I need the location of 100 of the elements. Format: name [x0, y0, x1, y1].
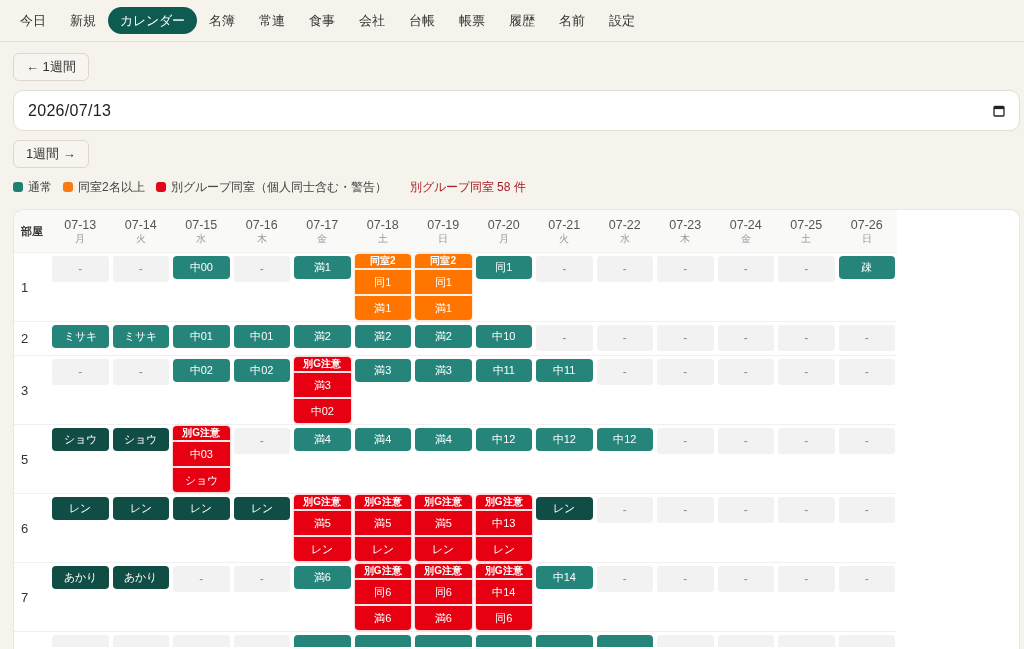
booking-tile[interactable]: 満2 — [294, 325, 351, 348]
column-date: 07-25 — [790, 217, 823, 233]
group-warning-card[interactable]: 別G注意 中03 ショウ — [173, 426, 230, 492]
booking-tile[interactable]: 中12 — [475, 428, 532, 451]
booking-tile[interactable]: 中12 — [596, 428, 653, 451]
booking-tile[interactable]: あかり — [52, 566, 109, 589]
booking-tile[interactable]: 満3 — [415, 359, 472, 382]
empty-slot: - — [233, 256, 290, 282]
column-date: 07-14 — [124, 217, 157, 233]
empty-slot: - — [233, 428, 290, 454]
booking-tile[interactable]: レン — [233, 497, 290, 520]
booking-tile[interactable] — [294, 635, 351, 647]
booking-tile[interactable]: 中01 — [173, 325, 230, 348]
booking-tile[interactable]: レン — [52, 497, 109, 520]
empty-slot: - — [778, 428, 835, 454]
nav-tab[interactable]: 台帳 — [397, 7, 447, 34]
empty-slot: - — [657, 497, 714, 523]
guest-entry: レン — [311, 543, 334, 555]
empty-slot: - — [596, 256, 653, 282]
booking-tile[interactable]: 中10 — [475, 325, 532, 348]
booking-tile[interactable]: ミサキ — [112, 325, 169, 348]
booking-tile[interactable]: 満4 — [294, 428, 351, 451]
empty-slot: - — [52, 256, 109, 282]
booking-tile[interactable]: 中00 — [173, 256, 230, 279]
booking-tile[interactable]: 中01 — [233, 325, 290, 348]
booking-tile[interactable]: ショウ — [52, 428, 109, 451]
booking-tile[interactable]: 疎 — [838, 256, 895, 279]
guest-entry: ショウ — [184, 474, 218, 486]
column-weekday: 土 — [377, 232, 388, 245]
group-warning-card[interactable]: 別G注意 満5 レン — [354, 495, 411, 561]
empty-slot: - — [536, 325, 593, 351]
shared-room-label: 同室2 — [369, 255, 396, 266]
booking-tile[interactable]: 中02 — [233, 359, 290, 382]
booking-tile[interactable]: レン — [536, 497, 593, 520]
booking-tile[interactable]: 満4 — [354, 428, 411, 451]
guest-entry: 同6 — [434, 586, 452, 598]
nav-tab[interactable]: 名前 — [547, 7, 597, 34]
group-warning-card[interactable]: 別G注意 満5 レン — [294, 495, 351, 561]
booking-tile[interactable]: 中12 — [536, 428, 593, 451]
booking-tile[interactable]: ミサキ — [52, 325, 109, 348]
guest-entry: 満1 — [374, 302, 392, 314]
empty-slot: - — [657, 359, 714, 385]
nav-tab[interactable]: カレンダー — [108, 7, 197, 34]
guest-entry: 同1 — [434, 276, 452, 288]
next-week-button[interactable]: 1週間 → — [13, 140, 89, 168]
booking-tile[interactable]: 中14 — [536, 566, 593, 589]
group-warning-card[interactable]: 別G注意 中13 レン — [475, 495, 532, 561]
warning-label: 別G注意 — [303, 496, 342, 507]
empty-slot: - — [778, 256, 835, 282]
group-warning-card[interactable]: 別G注意 同6 満6 — [415, 564, 472, 630]
booking-tile[interactable] — [596, 635, 653, 647]
nav-tab[interactable]: 今日 — [8, 7, 58, 34]
nav-tab[interactable]: 履歴 — [497, 7, 547, 34]
booking-tile[interactable] — [475, 635, 532, 647]
nav-tab[interactable]: 常連 — [247, 7, 297, 34]
date-field[interactable]: 2026/07/13 — [13, 90, 1020, 131]
booking-tile[interactable]: 満2 — [354, 325, 411, 348]
booking-tile[interactable]: 満1 — [294, 256, 351, 279]
booking-tile[interactable]: レン — [112, 497, 169, 520]
empty-slot: - — [717, 566, 774, 592]
booking-tile[interactable] — [536, 635, 593, 647]
shared-room-card[interactable]: 同室2 同1 満1 — [415, 254, 472, 320]
booking-tile[interactable]: 中11 — [536, 359, 593, 382]
booking-tile[interactable]: 満2 — [415, 325, 472, 348]
guest-entry: 中03 — [189, 448, 213, 460]
empty-slot: - — [657, 566, 714, 592]
booking-tile[interactable]: 同1 — [475, 256, 532, 279]
booking-tile[interactable]: 中02 — [173, 359, 230, 382]
prev-week-button[interactable]: ← 1週間 — [13, 53, 89, 81]
booking-tile[interactable]: 中11 — [475, 359, 532, 382]
nav-tab[interactable]: 設定 — [597, 7, 647, 34]
booking-tile[interactable]: 満4 — [415, 428, 472, 451]
empty-slot: - — [536, 256, 593, 282]
nav-tab[interactable]: 帳票 — [447, 7, 497, 34]
shared-room-card[interactable]: 同室2 同1 満1 — [354, 254, 411, 320]
booking-tile[interactable] — [415, 635, 472, 647]
group-warning-card[interactable]: 別G注意 満3 中02 — [294, 357, 351, 423]
group-warning-card[interactable]: 別G注意 満5 レン — [415, 495, 472, 561]
group-warning-card[interactable]: 別G注意 同6 満6 — [354, 564, 411, 630]
booking-tile[interactable]: 満6 — [294, 566, 351, 589]
empty-slot: - — [112, 256, 169, 282]
booking-tile[interactable]: あかり — [112, 566, 169, 589]
booking-tile[interactable]: 満3 — [354, 359, 411, 382]
calendar-icon[interactable] — [993, 104, 1005, 117]
empty-slot: - — [778, 497, 835, 523]
booking-tile[interactable]: レン — [173, 497, 230, 520]
warning-label: 別G注意 — [363, 565, 402, 576]
guest-entry: 満5 — [374, 517, 392, 529]
empty-slot: - — [717, 325, 774, 351]
booking-tile[interactable] — [354, 635, 411, 647]
nav-tab[interactable]: 新規 — [58, 7, 108, 34]
booking-tile[interactable]: ショウ — [112, 428, 169, 451]
column-weekday: 火 — [559, 232, 570, 245]
empty-slot: - — [657, 256, 714, 282]
nav-tab[interactable]: 会社 — [347, 7, 397, 34]
column-weekday: 水 — [196, 232, 207, 245]
group-warning-card[interactable]: 別G注意 中14 同6 — [475, 564, 532, 630]
nav-tab[interactable]: 名簿 — [197, 7, 247, 34]
empty-slot: - — [233, 566, 290, 592]
nav-tab[interactable]: 食事 — [297, 7, 347, 34]
